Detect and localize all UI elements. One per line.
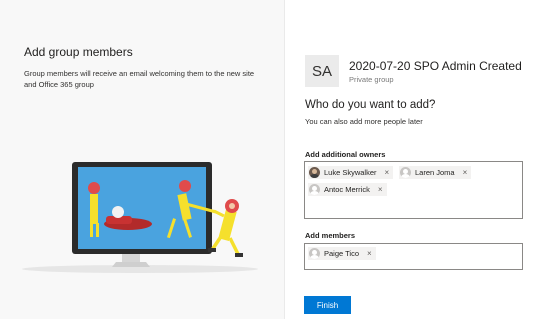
site-privacy: Private group	[349, 75, 394, 84]
owners-picker[interactable]: Luke Skywalker × Laren Joma × Antoc Merr…	[304, 161, 523, 219]
owners-label: Add additional owners	[305, 150, 386, 159]
owner-chip[interactable]: Antoc Merrick ×	[308, 183, 387, 196]
member-chip-name: Paige Tico	[324, 249, 360, 258]
remove-icon[interactable]: ×	[385, 168, 390, 177]
owner-chip[interactable]: Laren Joma ×	[399, 166, 472, 179]
members-picker[interactable]: Paige Tico ×	[304, 243, 523, 270]
right-panel: SA 2020-07-20 SPO Admin Created Private …	[285, 0, 540, 319]
finish-button[interactable]: Finish	[304, 296, 351, 314]
members-label: Add members	[305, 231, 356, 240]
remove-icon[interactable]: ×	[463, 168, 468, 177]
left-panel: Add group members Group members will rec…	[0, 0, 285, 319]
person-avatar-icon	[309, 167, 320, 178]
member-chip[interactable]: Paige Tico ×	[308, 247, 376, 260]
panel-title: Add group members	[24, 45, 133, 59]
remove-icon[interactable]: ×	[367, 249, 372, 258]
team-illustration	[22, 162, 258, 273]
owner-chip-name: Luke Skywalker	[324, 168, 377, 177]
owner-chip-name: Laren Joma	[415, 168, 455, 177]
remove-icon[interactable]: ×	[378, 185, 383, 194]
prompt-title: Who do you want to add?	[305, 99, 436, 111]
owner-chip[interactable]: Luke Skywalker ×	[308, 166, 394, 179]
person-avatar-icon	[309, 184, 320, 195]
site-initials-tile: SA	[305, 55, 339, 87]
site-name: 2020-07-20 SPO Admin Created	[349, 59, 522, 73]
owner-chip-name: Antoc Merrick	[324, 185, 370, 194]
prompt-subtitle: You can also add more people later	[305, 117, 423, 126]
panel-description: Group members will receive an email welc…	[24, 69, 255, 89]
person-avatar-icon	[309, 248, 320, 259]
person-avatar-icon	[400, 167, 411, 178]
